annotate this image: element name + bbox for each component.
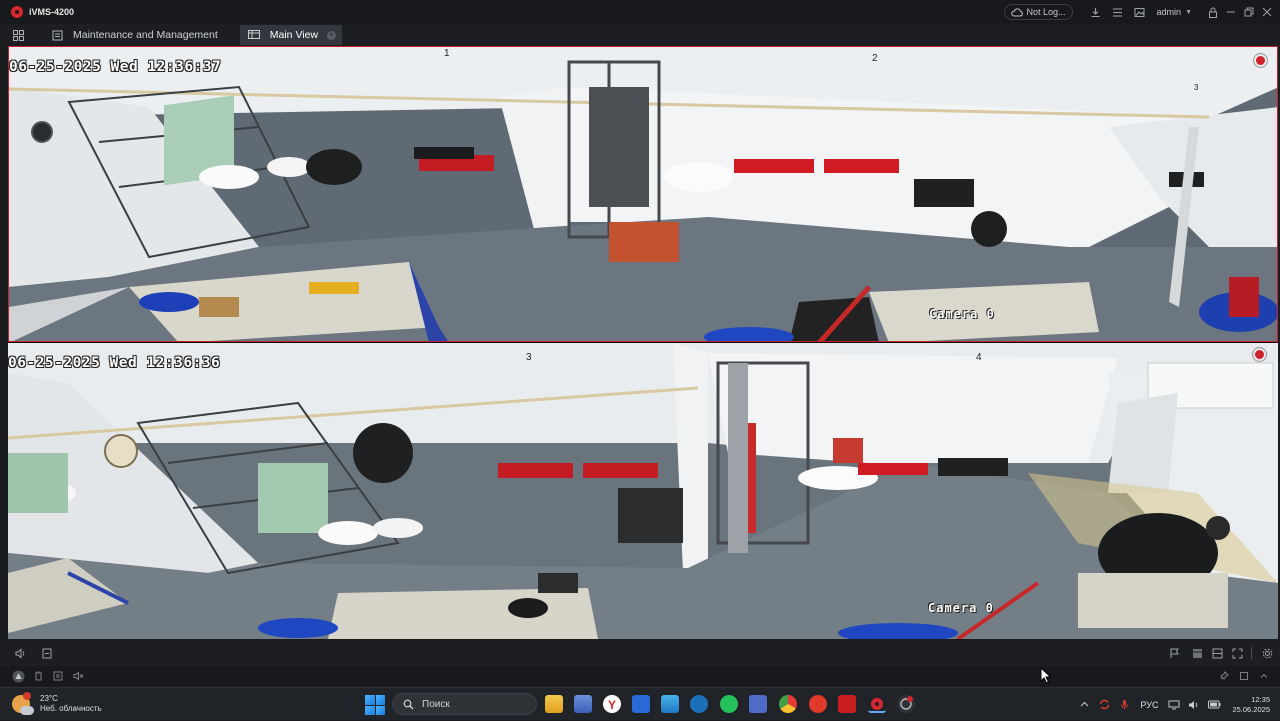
- speaker-icon[interactable]: [1184, 688, 1204, 721]
- notification-badge: [23, 692, 31, 700]
- picture-icon[interactable]: [1129, 0, 1151, 24]
- download-icon[interactable]: [1085, 0, 1107, 24]
- tab-close-icon[interactable]: ×: [327, 30, 337, 40]
- main-view-icon: [247, 30, 260, 39]
- minimize-icon[interactable]: [1222, 0, 1240, 24]
- camera-2-scene: [8, 343, 1278, 639]
- camera-window-1[interactable]: 06-25-2025 Wed 12:36:37 1 2 3 Camera 0: [8, 46, 1278, 342]
- camera-1-window-number: 1: [444, 48, 450, 59]
- weather-widget[interactable]: 23°C Неб. облачность: [12, 692, 152, 715]
- windows-start-icon[interactable]: [365, 695, 385, 715]
- tab-maintenance[interactable]: Maintenance and Management: [44, 25, 226, 45]
- camera-1-name: Camera 0: [929, 307, 995, 321]
- monitor-app-icon[interactable]: [661, 695, 679, 713]
- chevron-up-tray-icon[interactable]: [1074, 688, 1094, 721]
- restore-icon[interactable]: [1240, 0, 1258, 24]
- svg-text:Y: Y: [608, 698, 616, 712]
- notes-app-icon[interactable]: [749, 695, 767, 713]
- chevron-down-icon[interactable]: ▼: [1185, 9, 1192, 16]
- app-window-icon[interactable]: [632, 695, 650, 713]
- event-list-icon[interactable]: [48, 666, 68, 686]
- sound-mute-icon[interactable]: [68, 666, 88, 686]
- user-menu[interactable]: admin: [1157, 7, 1182, 17]
- toolbar-divider: [1251, 647, 1252, 659]
- battery-icon[interactable]: [1204, 688, 1224, 721]
- camera-2-timestamp: 06-25-2025 Wed 12:36:36: [8, 355, 221, 371]
- app-title: iVMS-4200: [29, 7, 75, 17]
- live-view-toolbar: [0, 640, 1280, 666]
- fullscreen-icon[interactable]: [1227, 640, 1247, 666]
- camera-1-window-label-3: 3: [1194, 83, 1199, 92]
- task-list-icon[interactable]: [1107, 0, 1129, 24]
- maximize-panel-icon[interactable]: [1234, 666, 1254, 686]
- taskbar-clock[interactable]: 12:35 25.06.2025: [1232, 695, 1270, 715]
- whatsapp-icon[interactable]: [720, 695, 738, 713]
- cloud-icon: [1010, 7, 1023, 16]
- clock-date: 25.06.2025: [1232, 704, 1270, 714]
- red-app-icon[interactable]: [809, 695, 827, 713]
- flag-icon[interactable]: [1161, 640, 1187, 666]
- os-taskbar: 23°C Неб. облачность Поиск Y РУС 12:35 2…: [0, 687, 1280, 720]
- window-division-icon[interactable]: [1207, 640, 1227, 666]
- camera-1-window-label-2: 2: [872, 53, 878, 64]
- camera-2-window-number: 3: [526, 352, 532, 363]
- language-indicator[interactable]: РУС: [1140, 700, 1158, 710]
- camera-2-name: Camera 0: [928, 601, 994, 615]
- chrome-icon[interactable]: [779, 695, 797, 713]
- tab-maintenance-label: Maintenance and Management: [73, 29, 218, 41]
- close-icon[interactable]: [1258, 0, 1276, 24]
- cloud-status-label: Not Log...: [1026, 7, 1066, 17]
- lock-icon[interactable]: [1204, 0, 1222, 24]
- clock-time: 12:35: [1251, 694, 1270, 704]
- camera-1-timestamp: 06-25-2025 Wed 12:36:37: [9, 59, 222, 75]
- chevron-up-icon[interactable]: [1254, 666, 1274, 686]
- cloud-login-button[interactable]: Not Log...: [1003, 4, 1073, 20]
- search-icon: [403, 699, 414, 709]
- mouse-cursor-icon: [1040, 667, 1052, 684]
- recording-indicator-icon: [1254, 54, 1267, 67]
- search-placeholder: Поиск: [422, 698, 450, 710]
- camera-2-window-label-2: 4: [976, 352, 982, 363]
- settings-gear-icon[interactable]: [1256, 640, 1278, 666]
- store-app-icon[interactable]: [574, 695, 592, 713]
- layout-icon[interactable]: [1187, 640, 1207, 666]
- tab-main-view-label: Main View: [269, 29, 319, 41]
- maintenance-icon: [52, 30, 63, 40]
- camera-window-2[interactable]: 06-25-2025 Wed 12:36:36 3 4 Camera 0: [8, 343, 1278, 639]
- camera-1-scene: [9, 47, 1277, 341]
- globe-app-icon[interactable]: [690, 695, 708, 713]
- sync-icon[interactable]: [1094, 688, 1114, 721]
- pin-icon[interactable]: [1214, 666, 1234, 686]
- weather-temp: 23°C: [40, 694, 58, 703]
- tab-bar: Maintenance and Management Main View ×: [0, 24, 1280, 46]
- live-view-area[interactable]: 06-25-2025 Wed 12:36:37 1 2 3 Camera 0 0…: [8, 46, 1278, 639]
- acrobat-icon[interactable]: [838, 695, 856, 713]
- module-grid-icon[interactable]: [0, 24, 36, 46]
- network-icon[interactable]: [1164, 688, 1184, 721]
- stop-all-icon[interactable]: [34, 640, 60, 666]
- status-bar: [0, 666, 1280, 686]
- trash-icon[interactable]: [28, 666, 48, 686]
- microphone-icon[interactable]: [1114, 688, 1134, 721]
- file-explorer-icon[interactable]: [545, 695, 563, 713]
- volume-icon[interactable]: [8, 640, 34, 666]
- recording-indicator-icon: [1253, 348, 1266, 361]
- system-tray: РУС 12:35 25.06.2025: [1074, 688, 1280, 721]
- title-bar: iVMS-4200 Not Log... admin ▼: [0, 0, 1280, 24]
- tab-main-view[interactable]: Main View ×: [239, 25, 343, 45]
- weather-description: Неб. облачность: [40, 704, 102, 713]
- yandex-browser-icon[interactable]: Y: [603, 695, 621, 713]
- settings-app-icon[interactable]: [897, 695, 915, 713]
- app-logo-icon: [11, 6, 23, 18]
- alarm-warning-icon[interactable]: [8, 666, 28, 686]
- ivms-taskbar-icon[interactable]: [868, 695, 886, 713]
- taskbar-search-box[interactable]: Поиск: [392, 693, 537, 715]
